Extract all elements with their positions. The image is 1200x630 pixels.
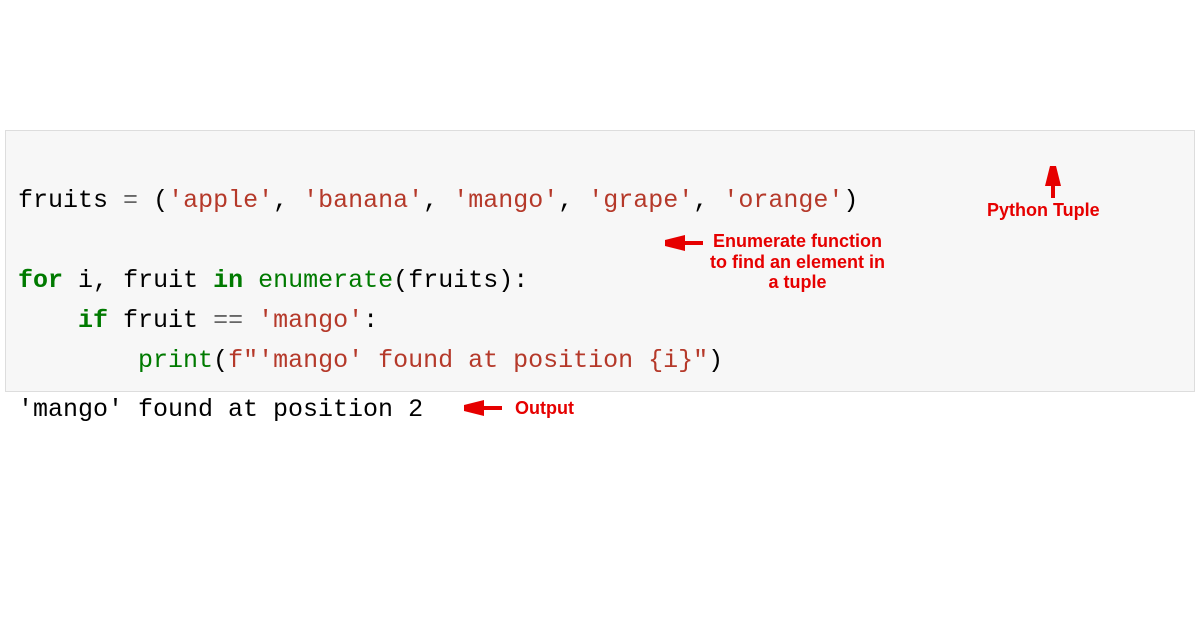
code-block: fruits = ('apple', 'banana', 'mango', 'g… bbox=[5, 130, 1195, 392]
annotation-output: Output bbox=[515, 398, 574, 419]
code-comma: , bbox=[558, 186, 573, 215]
arrow-up-icon bbox=[1042, 166, 1064, 200]
paren-close: ) bbox=[708, 346, 723, 375]
code-fexpr: {i} bbox=[648, 346, 693, 375]
code-comma: , bbox=[273, 186, 288, 215]
code-keyword: if bbox=[78, 306, 108, 335]
arrow-left-icon bbox=[464, 400, 504, 416]
code-var: fruits bbox=[18, 186, 108, 215]
code-comma: , bbox=[693, 186, 708, 215]
annotation-tuple: Python Tuple bbox=[987, 200, 1100, 221]
code-function: enumerate bbox=[258, 266, 393, 295]
code-string: 'mango' bbox=[258, 306, 363, 335]
code-fstring-end: " bbox=[693, 346, 708, 375]
code-comma: , bbox=[93, 266, 108, 295]
code-string: 'apple' bbox=[168, 186, 273, 215]
annotation-enumerate: Enumerate function to find an element in… bbox=[710, 231, 885, 293]
code-function: print bbox=[138, 346, 213, 375]
code-keyword: for bbox=[18, 266, 63, 295]
code-fstring: f"'mango' found at position bbox=[228, 346, 648, 375]
paren-close: ): bbox=[498, 266, 528, 295]
code-op: = bbox=[123, 186, 138, 215]
code-var: fruit bbox=[123, 266, 198, 295]
code-op: == bbox=[213, 306, 243, 335]
code-string: 'orange' bbox=[723, 186, 843, 215]
paren-open: ( bbox=[213, 346, 228, 375]
paren-open: ( bbox=[393, 266, 408, 295]
code-arg: fruits bbox=[408, 266, 498, 295]
code-string: 'banana' bbox=[303, 186, 423, 215]
code-string: 'mango' bbox=[453, 186, 558, 215]
code-string: 'grape' bbox=[588, 186, 693, 215]
arrow-left-icon bbox=[665, 235, 705, 251]
code-comma: , bbox=[423, 186, 438, 215]
code-var: fruit bbox=[123, 306, 198, 335]
output-text: 'mango' found at position 2 bbox=[18, 395, 423, 424]
code-var: i bbox=[78, 266, 93, 295]
code-colon: : bbox=[363, 306, 378, 335]
paren-close: ) bbox=[843, 186, 858, 215]
code-keyword: in bbox=[213, 266, 243, 295]
paren-open: ( bbox=[153, 186, 168, 215]
